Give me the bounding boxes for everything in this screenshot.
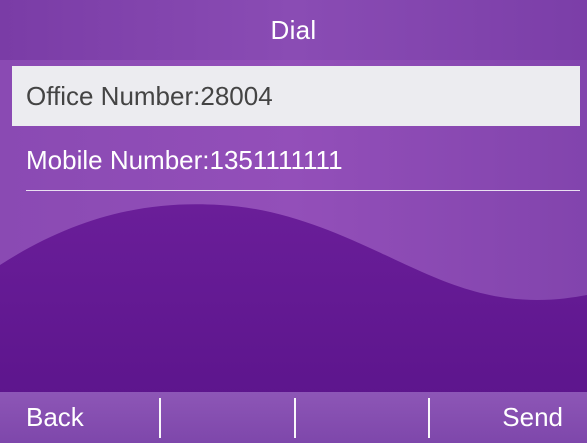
send-softkey[interactable]: Send [430,392,587,443]
dial-screen: Dial Office Number:28004 Mobile Number:1… [0,0,587,443]
softkey-divider [428,397,431,438]
back-softkey-label: Back [26,402,84,432]
softkey-bar: Back Send [0,392,587,443]
title-bar: Dial [0,0,587,60]
back-softkey[interactable]: Back [0,392,159,443]
softkey-divider [158,397,161,438]
send-softkey-label: Send [502,402,563,432]
list-item-label: Mobile Number:1351111111 [26,144,343,175]
list-item-office-number[interactable]: Office Number:28004 [12,66,580,126]
row-divider [26,190,580,191]
page-title: Dial [270,14,317,45]
softkey-divider [293,397,296,438]
list-item-label: Office Number:28004 [26,80,273,111]
softkey-3[interactable] [296,392,429,443]
list-item-mobile-number[interactable]: Mobile Number:1351111111 [12,130,580,190]
softkey-2[interactable] [161,392,294,443]
